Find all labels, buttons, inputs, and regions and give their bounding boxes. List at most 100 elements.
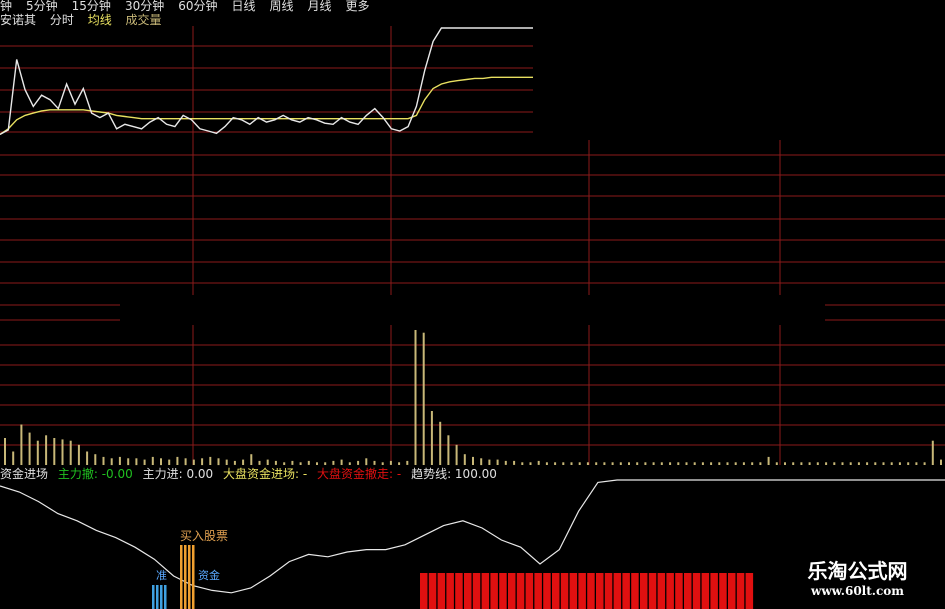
volume-bar-69 bbox=[570, 462, 573, 465]
red-bar-29 bbox=[675, 573, 683, 609]
tab-4[interactable]: 60分钟 bbox=[178, 0, 217, 13]
red-bar-20 bbox=[596, 573, 604, 609]
volume-bar-1 bbox=[12, 451, 15, 465]
volume-bar-114 bbox=[940, 459, 942, 465]
red-bar-9 bbox=[499, 573, 507, 609]
red-bar-32 bbox=[701, 573, 710, 609]
volume-bar-18 bbox=[151, 456, 154, 465]
volume-bar-87 bbox=[718, 462, 721, 465]
volume-bar-82 bbox=[677, 462, 680, 465]
trend-value: 趋势线: 100.00 bbox=[411, 467, 497, 481]
volume-bar-108 bbox=[890, 462, 893, 465]
volume-bar-54 bbox=[447, 435, 450, 465]
volume-bar-106 bbox=[874, 462, 877, 465]
red-bar-30 bbox=[684, 573, 692, 609]
red-bar-34 bbox=[719, 573, 727, 609]
watermark: 乐淘公式网 www.60lt.com bbox=[770, 555, 945, 609]
volume-bar-10 bbox=[86, 451, 89, 465]
volume-bar-111 bbox=[915, 462, 918, 465]
watermark-url: www.60lt.com bbox=[811, 584, 904, 598]
red-bar-27 bbox=[657, 573, 666, 609]
volume-bar-101 bbox=[833, 462, 836, 465]
volume-bar-64 bbox=[529, 462, 532, 465]
volume-bar-96 bbox=[792, 462, 795, 465]
volume-bar-79 bbox=[652, 462, 655, 465]
volume-bar-2 bbox=[20, 424, 23, 465]
volume-bar-52 bbox=[430, 411, 433, 465]
red-bar-31 bbox=[692, 573, 701, 609]
volume-bar-99 bbox=[816, 462, 819, 465]
volume-bar-56 bbox=[463, 454, 466, 465]
volume-bar-80 bbox=[660, 462, 663, 465]
indicator-bar: 资金进场 主力撤: -0.00 主力进: 0.00 大盘资金进场: - 大盘资金… bbox=[0, 465, 503, 481]
tab-5[interactable]: 日线 bbox=[232, 0, 256, 13]
inset-mask bbox=[533, 14, 945, 140]
volume-bar-98 bbox=[808, 462, 811, 465]
volume-bar-6 bbox=[53, 438, 56, 465]
blue-bar-2 bbox=[160, 585, 163, 609]
volume-bar-63 bbox=[521, 462, 524, 465]
fund-label: 资金 bbox=[198, 569, 220, 582]
main-withdraw-value: 主力撤: -0.00 bbox=[57, 467, 133, 481]
volume-bar-77 bbox=[636, 462, 639, 465]
volume-bar-88 bbox=[726, 462, 729, 465]
tab-7[interactable]: 月线 bbox=[308, 0, 332, 13]
red-bar-36 bbox=[736, 573, 745, 609]
volume-bar-103 bbox=[849, 462, 852, 465]
volume-bar-66 bbox=[545, 462, 548, 465]
red-bar-3 bbox=[446, 573, 454, 609]
volume-bar-4 bbox=[36, 440, 39, 465]
orange-bar-3 bbox=[192, 545, 195, 609]
volume-bar-65 bbox=[537, 460, 540, 465]
red-bar-17 bbox=[569, 573, 578, 609]
tab-8[interactable]: 更多 bbox=[346, 0, 370, 13]
volume-bar-112 bbox=[923, 462, 926, 465]
volume-bar-62 bbox=[513, 460, 516, 465]
orange-bar-2 bbox=[188, 545, 191, 609]
red-bar-21 bbox=[604, 573, 613, 609]
volume-bar-55 bbox=[455, 444, 458, 466]
volume-bar-84 bbox=[693, 462, 696, 465]
volume-bar-51 bbox=[422, 332, 425, 465]
red-bar-8 bbox=[490, 573, 498, 609]
red-bar-18 bbox=[578, 573, 586, 609]
market-in-value: 大盘资金进场: - bbox=[223, 467, 308, 481]
volume-bar-3 bbox=[28, 432, 31, 465]
volume-bar-53 bbox=[439, 421, 442, 465]
volume-bar-57 bbox=[472, 456, 474, 465]
volume-bar-67 bbox=[554, 462, 557, 465]
volume-bar-72 bbox=[595, 462, 598, 465]
volume-bar-71 bbox=[586, 462, 589, 465]
volume-bar-107 bbox=[882, 462, 885, 465]
volume-bar-93 bbox=[767, 456, 770, 465]
volume-bar-85 bbox=[701, 462, 704, 465]
orange-bar-1 bbox=[184, 545, 187, 609]
red-bar-6 bbox=[472, 573, 481, 609]
volume-bar-97 bbox=[800, 462, 803, 465]
volume-bar-76 bbox=[628, 462, 630, 465]
red-bar-2 bbox=[437, 573, 446, 609]
volume-bar-89 bbox=[734, 462, 737, 465]
volume-bar-0 bbox=[4, 438, 6, 465]
watermark-title: 乐淘公式网 bbox=[807, 559, 908, 583]
red-bar-5 bbox=[464, 573, 472, 609]
red-bar-19 bbox=[587, 573, 595, 609]
red-bar-33 bbox=[710, 573, 718, 609]
volume-bar-78 bbox=[644, 462, 647, 465]
red-bar-10 bbox=[508, 573, 516, 609]
volume-bar-105 bbox=[866, 462, 869, 465]
volume-bar-11 bbox=[94, 454, 97, 465]
tab-6[interactable]: 周线 bbox=[270, 0, 294, 13]
chart-subbar: 安诺其 分时 均线 成交量 bbox=[0, 11, 172, 27]
blue-bar-3 bbox=[164, 585, 167, 609]
red-bar-23 bbox=[622, 573, 630, 609]
red-bar-26 bbox=[648, 573, 657, 609]
avg-line-label: 均线 bbox=[87, 13, 112, 27]
volume-bar-70 bbox=[578, 462, 581, 465]
red-bar-11 bbox=[516, 573, 525, 609]
volume-bar-75 bbox=[619, 462, 622, 465]
volume-bar-21 bbox=[176, 456, 179, 465]
blue-bar-0 bbox=[152, 585, 155, 609]
volume-label: 成交量 bbox=[125, 13, 162, 27]
main-in-value: 主力进: 0.00 bbox=[142, 467, 214, 481]
